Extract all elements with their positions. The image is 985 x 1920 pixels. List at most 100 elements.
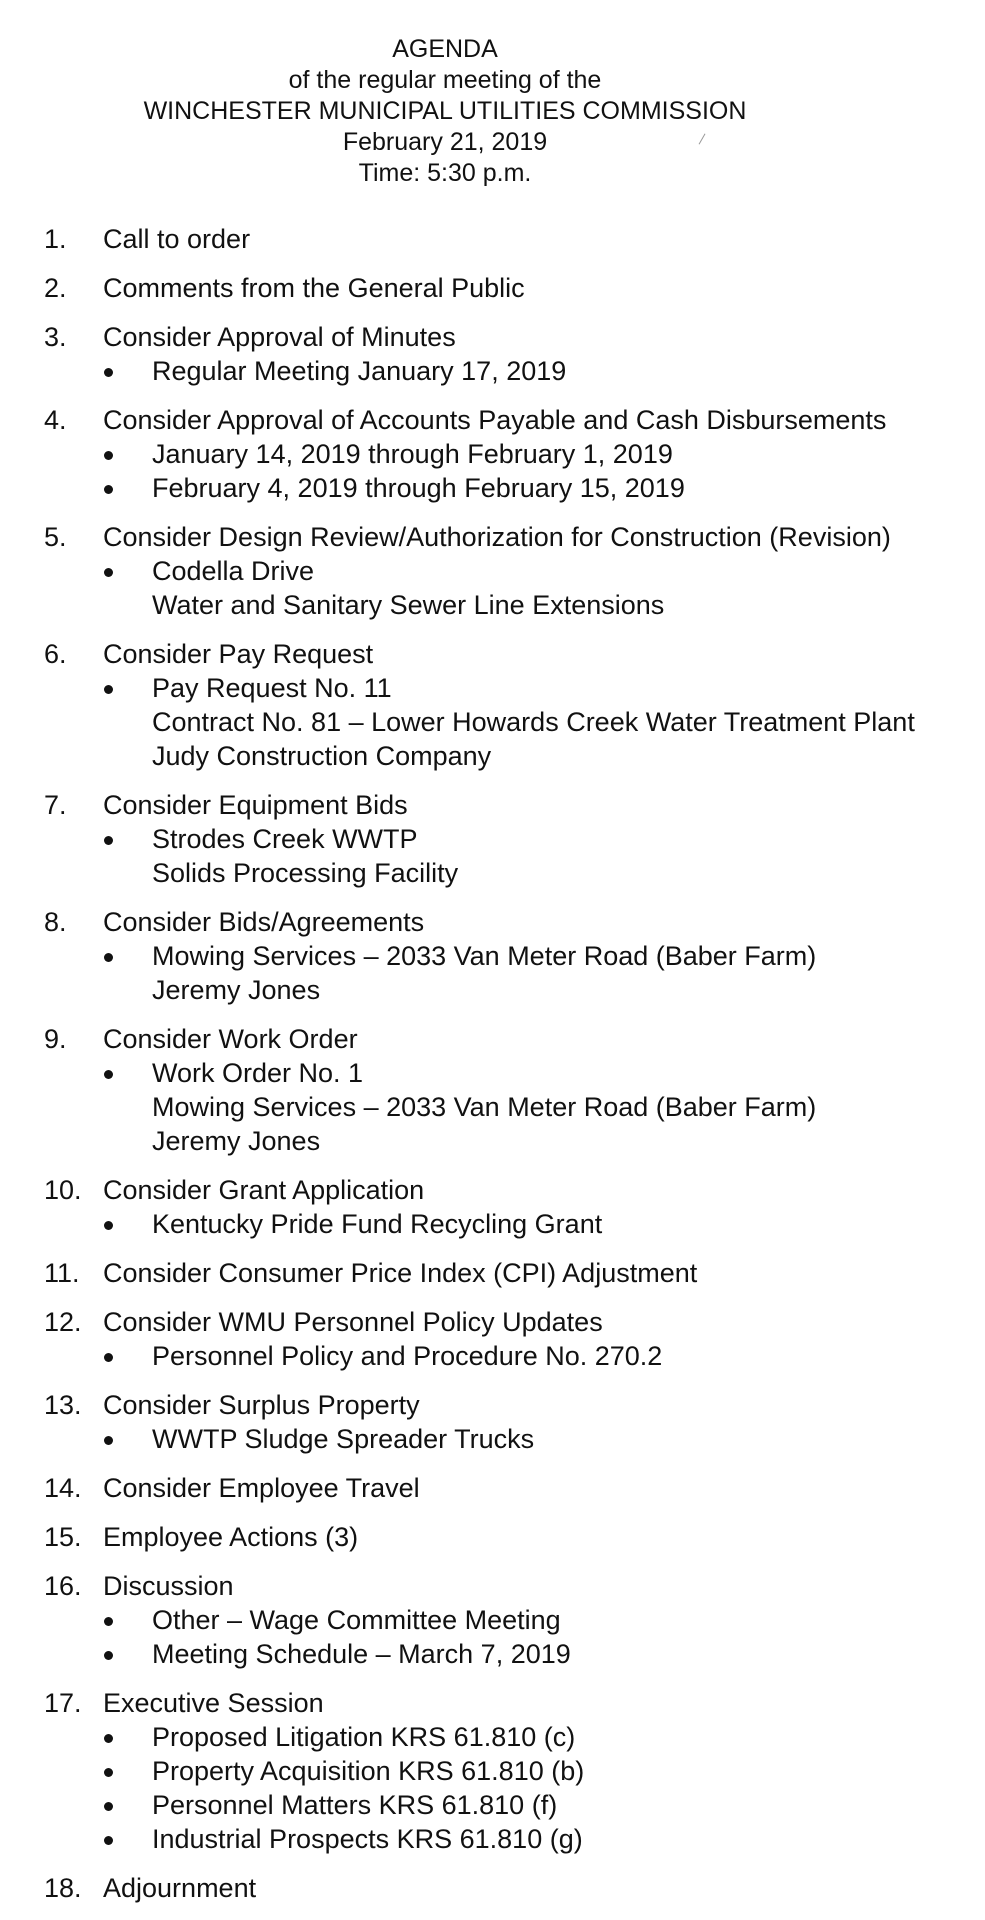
- agenda-item: 10. Consider Grant Application Kentucky Pr…: [0, 1173, 985, 1241]
- bullet-icon: [104, 836, 113, 845]
- agenda-item: 4. Consider Approval of Accounts Payable …: [0, 403, 985, 505]
- agenda-item-number: 17.: [44, 1688, 82, 1718]
- agenda-item-title: Call to order: [103, 224, 251, 254]
- agenda-item-number: 3.: [44, 322, 67, 352]
- agenda-subitem: WWTP Sludge Spreader Trucks: [0, 1422, 985, 1456]
- bullet-icon: [104, 1651, 113, 1660]
- bullet-icon: [104, 685, 113, 694]
- agenda-item-number: 9.: [44, 1024, 67, 1054]
- agenda-subitem: Mowing Services – 2033 Van Meter Road (B…: [0, 939, 985, 1007]
- agenda-item-title: Discussion: [103, 1571, 234, 1601]
- agenda-item-number: 18.: [44, 1873, 82, 1903]
- organization-name: WINCHESTER MUNICIPAL UTILITIES COMMISSIO…: [143, 97, 747, 125]
- agenda-item: 3. Consider Approval of Minutes Regular Me…: [0, 320, 985, 388]
- agenda-subitem: Strodes Creek WWTP Solids Processing Faci…: [0, 822, 985, 890]
- agenda-title: AGENDA: [392, 35, 498, 63]
- agenda-item-number: 7.: [44, 790, 67, 820]
- agenda-item-title: Consider Design Review/Authorization for…: [103, 522, 891, 552]
- agenda-item-title: Consider Bids/Agreements: [103, 907, 425, 937]
- agenda-item-number: 4.: [44, 405, 67, 435]
- agenda-item: 17. Executive Session Proposed Litigation …: [0, 1686, 985, 1856]
- agenda-subitem-text: Proposed Litigation KRS 61.810 (c): [152, 1722, 576, 1752]
- agenda-item: 1. Call to order: [0, 222, 985, 256]
- bullet-icon: [104, 1802, 113, 1811]
- agenda-page: AGENDA of the regular meeting of the WIN…: [0, 0, 985, 1903]
- agenda-item-number: 8.: [44, 907, 67, 937]
- agenda-subitem-text: Water and Sanitary Sewer Line Extensions: [152, 590, 665, 620]
- agenda-subitem-text: Mowing Services – 2033 Van Meter Road (B…: [152, 941, 817, 971]
- agenda-subitem-text: WWTP Sludge Spreader Trucks: [152, 1424, 535, 1454]
- agenda-subitem-text: Jeremy Jones: [152, 1126, 321, 1156]
- agenda-item-number: 16.: [44, 1571, 82, 1601]
- bullet-icon: [104, 1436, 113, 1445]
- bullet-icon: [104, 1221, 113, 1230]
- bullet-icon: [104, 451, 113, 460]
- bullet-icon: [104, 1070, 113, 1079]
- agenda-item-title: Consider WMU Personnel Policy Updates: [103, 1307, 603, 1337]
- agenda-subitem-text: Property Acquisition KRS 61.810 (b): [152, 1756, 585, 1786]
- agenda-item: 16. Discussion Other – Wage Committee Meet…: [0, 1569, 985, 1671]
- agenda-item: 11. Consider Consumer Price Index (CPI) A…: [0, 1256, 985, 1290]
- agenda-subitem-text: Strodes Creek WWTP: [152, 824, 418, 854]
- agenda-subitem-text: Kentucky Pride Fund Recycling Grant: [152, 1209, 603, 1239]
- agenda-item: 14. Consider Employee Travel: [0, 1471, 985, 1505]
- agenda-subitem-text: Personnel Policy and Procedure No. 270.2: [152, 1341, 663, 1371]
- agenda-subitem: Meeting Schedule – March 7, 2019: [0, 1637, 985, 1671]
- bullet-icon: [104, 953, 113, 962]
- agenda-item-number: 11.: [44, 1258, 80, 1288]
- meeting-time: Time: 5:30 p.m.: [358, 159, 532, 187]
- agenda-subitem: Codella Drive Water and Sanitary Sewer Li…: [0, 554, 985, 622]
- agenda-item-title: Consider Work Order: [103, 1024, 358, 1054]
- agenda-subitem: Personnel Policy and Procedure No. 270.2: [0, 1339, 985, 1373]
- bullet-icon: [104, 1768, 113, 1777]
- agenda-subitem: Other – Wage Committee Meeting: [0, 1603, 985, 1637]
- agenda-subitem-text: Meeting Schedule – March 7, 2019: [152, 1639, 571, 1669]
- agenda-subitem: January 14, 2019 through February 1, 201…: [0, 437, 985, 471]
- agenda-item-number: 13.: [44, 1390, 82, 1420]
- agenda-subitem-text: February 4, 2019 through February 15, 20…: [152, 473, 685, 503]
- agenda-item-title: Consider Approval of Minutes: [103, 322, 456, 352]
- bullet-icon: [104, 1836, 113, 1845]
- agenda-item-number: 14.: [44, 1473, 82, 1503]
- agenda-subitem: Personnel Matters KRS 61.810 (f): [0, 1788, 985, 1822]
- bullet-icon: [104, 568, 113, 577]
- agenda-subitem-text: January 14, 2019 through February 1, 201…: [152, 439, 673, 469]
- agenda-subitem: February 4, 2019 through February 15, 20…: [0, 471, 985, 505]
- agenda-item: 12. Consider WMU Personnel Policy Updates…: [0, 1305, 985, 1373]
- agenda-item: 9. Consider Work Order Work Order No. 1 Mow…: [0, 1022, 985, 1158]
- agenda-item-title: Adjournment: [103, 1873, 257, 1903]
- agenda-subitem-text: Regular Meeting January 17, 2019: [152, 356, 567, 386]
- bullet-icon: [104, 1353, 113, 1362]
- agenda-subitem: Regular Meeting January 17, 2019: [0, 354, 985, 388]
- agenda-item-title: Consider Employee Travel: [103, 1473, 420, 1503]
- agenda-item-number: 15.: [44, 1522, 82, 1552]
- agenda-item: 8. Consider Bids/Agreements Mowing Service…: [0, 905, 985, 1007]
- agenda-item-number: 2.: [44, 273, 67, 303]
- bullet-icon: [104, 485, 113, 494]
- agenda-subitem: Industrial Prospects KRS 61.810 (g): [0, 1822, 985, 1856]
- agenda-subitem-text: Codella Drive: [152, 556, 315, 586]
- agenda-subitem-text: Other – Wage Committee Meeting: [152, 1605, 561, 1635]
- agenda-item-title: Consider Approval of Accounts Payable an…: [103, 405, 887, 435]
- agenda-header: AGENDA of the regular meeting of the WIN…: [0, 34, 890, 189]
- bullet-icon: [104, 1617, 113, 1626]
- agenda-item-number: 6.: [44, 639, 67, 669]
- agenda-subitem-text: Personnel Matters KRS 61.810 (f): [152, 1790, 558, 1820]
- agenda-item-number: 1.: [44, 224, 67, 254]
- agenda-item-title: Consider Grant Application: [103, 1175, 425, 1205]
- agenda-subitem: Work Order No. 1 Mowing Services – 2033 V…: [0, 1056, 985, 1158]
- agenda-subitem: Kentucky Pride Fund Recycling Grant: [0, 1207, 985, 1241]
- agenda-item: 18. Adjournment: [0, 1871, 985, 1905]
- agenda-item-title: Employee Actions (3): [103, 1522, 359, 1552]
- agenda-subitem-text: Solids Processing Facility: [152, 858, 459, 888]
- bullet-icon: [104, 1734, 113, 1743]
- agenda-subitem: Property Acquisition KRS 61.810 (b): [0, 1754, 985, 1788]
- agenda-items-list: 1. Call to order 2. Comments from the Gener…: [0, 222, 985, 1920]
- agenda-item-number: 12.: [44, 1307, 82, 1337]
- meeting-date: February 21, 2019: [342, 128, 548, 156]
- agenda-subitem-text: Judy Construction Company: [152, 741, 492, 771]
- agenda-item-title: Consider Pay Request: [103, 639, 374, 669]
- agenda-item: 5. Consider Design Review/Authorization f…: [0, 520, 985, 622]
- agenda-subitem-text: Pay Request No. 11: [152, 673, 392, 703]
- agenda-subitem-text: Mowing Services – 2033 Van Meter Road (B…: [152, 1092, 817, 1122]
